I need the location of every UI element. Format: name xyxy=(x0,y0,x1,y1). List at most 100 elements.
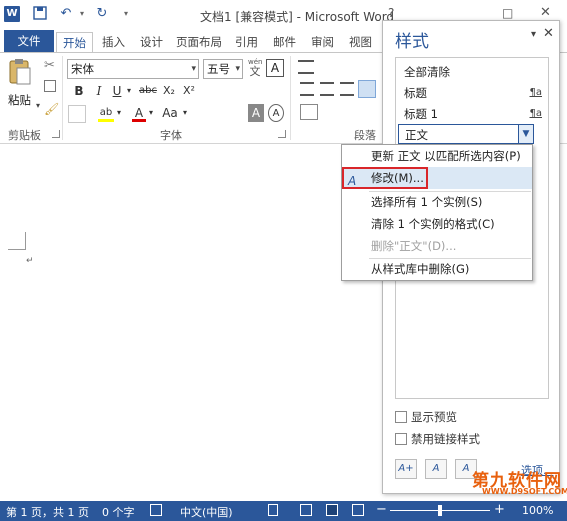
tab-file[interactable]: 文件 xyxy=(4,30,54,52)
align-left-icon[interactable] xyxy=(300,82,314,96)
change-case-button[interactable]: Aa xyxy=(160,104,180,122)
tab-view[interactable]: 视图 xyxy=(343,32,378,52)
watermark-url: WWW.D9SOFT.COM xyxy=(482,487,567,496)
word-app-icon[interactable]: W xyxy=(4,6,20,22)
enclose-characters-button[interactable]: A xyxy=(268,104,284,122)
paste-dropdown-icon[interactable]: ▾ xyxy=(36,101,40,110)
ribbon-divider xyxy=(62,56,63,140)
language[interactable]: 中文(中国) xyxy=(180,504,233,520)
web-layout-icon[interactable] xyxy=(352,504,364,516)
shading-icon[interactable] xyxy=(300,104,318,120)
pane-options-dropdown-icon[interactable]: ▾ xyxy=(531,29,536,40)
style-inspector-icon[interactable]: A xyxy=(425,459,447,479)
linked-style-icon: ¶a xyxy=(529,108,543,119)
menu-item-update-to-match[interactable]: 更新 正文 以匹配所选内容(P) xyxy=(342,145,532,167)
tab-insert[interactable]: 插入 xyxy=(96,32,131,52)
clipboard-launcher-icon[interactable] xyxy=(52,130,60,138)
macro-icon[interactable] xyxy=(268,504,278,516)
disable-linked-styles-checkbox[interactable] xyxy=(395,433,407,445)
style-item-clear-all[interactable]: 全部清除 xyxy=(404,64,450,80)
copy-icon[interactable] xyxy=(44,80,56,92)
align-center-icon[interactable] xyxy=(320,82,334,96)
help-button[interactable]: ? xyxy=(388,6,394,20)
paragraph-mark: ↵ xyxy=(26,256,34,266)
chevron-down-icon[interactable]: ▼ xyxy=(518,124,534,144)
watermark-logo: 第九软件网 WWW.D9SOFT.COM xyxy=(470,466,567,498)
font-name-value: 宋体 xyxy=(71,62,94,76)
print-layout-icon[interactable] xyxy=(326,504,338,516)
strikethrough-button[interactable]: abc xyxy=(137,82,159,100)
linked-style-icon: ¶a xyxy=(529,87,543,98)
chevron-down-icon[interactable]: ▾ xyxy=(235,60,240,78)
page-count[interactable]: 第 1 页，共 1 页 xyxy=(6,504,89,520)
text-effects-icon[interactable] xyxy=(68,105,86,123)
tab-review[interactable]: 审阅 xyxy=(305,32,340,52)
restore-button[interactable]: □ xyxy=(502,6,513,20)
menu-item-delete-style: 删除"正文"(D)... xyxy=(371,239,457,253)
style-item-heading[interactable]: 标题 xyxy=(404,85,427,101)
ribbon-divider xyxy=(290,56,291,140)
menu-item-clear-formatting[interactable]: 清除 1 个实例的格式(C) xyxy=(342,213,532,235)
zoom-level[interactable]: 100% xyxy=(522,504,553,517)
redo-icon[interactable]: ↻ xyxy=(94,6,110,22)
change-case-dropdown-icon[interactable]: ▾ xyxy=(180,104,190,122)
undo-icon[interactable]: ↶ xyxy=(58,6,74,22)
page-corner-mark xyxy=(8,232,26,250)
style-item-heading-1[interactable]: 标题 1 xyxy=(404,106,438,122)
highlight-button[interactable]: ab xyxy=(98,104,114,122)
bullets-icon[interactable] xyxy=(298,60,314,74)
close-icon[interactable]: ✕ xyxy=(543,26,554,41)
save-icon[interactable] xyxy=(32,6,48,22)
tab-home[interactable]: 开始 xyxy=(56,32,93,53)
read-mode-icon[interactable] xyxy=(300,504,312,516)
font-group-label: 字体 xyxy=(160,129,182,142)
phonetic-guide-button[interactable]: wén 文 xyxy=(248,58,262,78)
chevron-down-icon[interactable]: ▾ xyxy=(191,60,196,78)
underline-dropdown-icon[interactable]: ▾ xyxy=(124,82,134,100)
justify-icon[interactable] xyxy=(358,80,376,98)
zoom-in-button[interactable]: + xyxy=(494,502,505,517)
bold-button[interactable]: B xyxy=(72,82,86,100)
menu-item-select-all-instances[interactable]: 选择所有 1 个实例(S) xyxy=(342,191,532,213)
styles-pane-title: 样式 xyxy=(395,32,429,52)
character-border-button[interactable]: A xyxy=(266,59,284,77)
menu-item-modify[interactable]: A 修改(M)... xyxy=(342,167,532,189)
proofing-icon[interactable] xyxy=(150,504,162,516)
style-item-normal[interactable]: 正文 ▼ xyxy=(398,124,534,144)
paste-icon[interactable] xyxy=(8,58,32,86)
paste-button[interactable]: 粘贴 xyxy=(8,92,31,108)
undo-dropdown-icon[interactable]: ▾ xyxy=(74,6,90,22)
tab-references[interactable]: 引用 xyxy=(229,32,264,52)
tab-mailings[interactable]: 邮件 xyxy=(267,32,302,52)
zoom-slider-thumb[interactable] xyxy=(438,505,442,516)
italic-button[interactable]: I xyxy=(92,82,106,100)
show-preview-label: 显示预览 xyxy=(411,410,457,424)
close-window-button[interactable]: ✕ xyxy=(540,5,551,20)
underline-button[interactable]: U xyxy=(110,82,124,100)
subscript-button[interactable]: X₂ xyxy=(161,82,177,100)
align-right-icon[interactable] xyxy=(340,82,354,96)
paragraph-group-label: 段落 xyxy=(354,129,376,142)
zoom-out-button[interactable]: − xyxy=(376,502,387,517)
font-name-combo[interactable]: 宋体 ▾ xyxy=(67,59,199,79)
font-color-dropdown-icon[interactable]: ▾ xyxy=(146,104,156,122)
menu-item-remove-from-gallery[interactable]: 从样式库中删除(G) xyxy=(342,258,532,280)
show-preview-checkbox[interactable] xyxy=(395,411,407,423)
cut-icon[interactable]: ✂ xyxy=(44,58,55,73)
tab-design[interactable]: 设计 xyxy=(134,32,169,52)
character-shading-button[interactable]: A xyxy=(248,104,264,122)
superscript-button[interactable]: X² xyxy=(181,82,197,100)
word-count[interactable]: 0 个字 xyxy=(102,504,135,520)
format-painter-icon[interactable]: 🖌 xyxy=(44,102,59,116)
modify-style-icon: A xyxy=(348,174,357,188)
highlight-dropdown-icon[interactable]: ▾ xyxy=(114,104,124,122)
font-launcher-icon[interactable] xyxy=(278,130,286,138)
disable-linked-styles-label: 禁用链接样式 xyxy=(411,432,480,446)
style-context-menu: 更新 正文 以匹配所选内容(P) A 修改(M)... 选择所有 1 个实例(S… xyxy=(341,144,533,281)
clipboard-group-label: 剪贴板 xyxy=(8,129,41,142)
font-color-button[interactable]: A xyxy=(132,104,146,122)
tab-page-layout[interactable]: 页面布局 xyxy=(170,32,228,52)
customize-qat-icon[interactable]: ▾ xyxy=(118,6,134,22)
new-style-icon[interactable]: A+ xyxy=(395,459,417,479)
font-size-combo[interactable]: 五号 ▾ xyxy=(203,59,243,79)
